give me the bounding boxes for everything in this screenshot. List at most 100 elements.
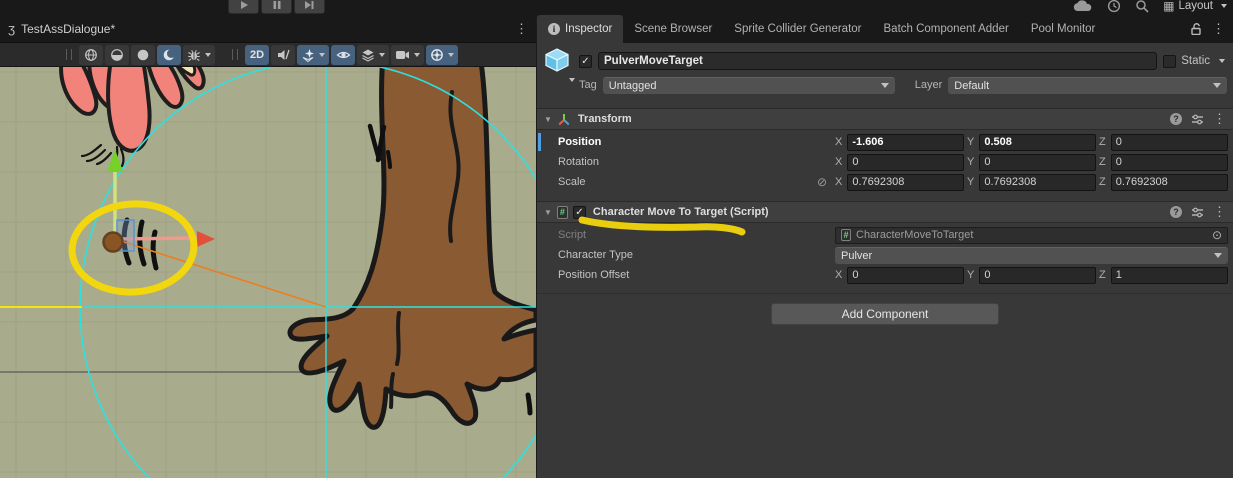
prefab-override-bar	[538, 133, 541, 151]
scene-viewport[interactable]	[0, 67, 536, 478]
draw-mode-shaded-button[interactable]	[131, 45, 155, 65]
tab-pool-monitor[interactable]: Pool Monitor	[1020, 15, 1107, 43]
effects-sparkle-icon	[301, 48, 315, 62]
script-row: Script # CharacterMoveToTarget ⊙	[537, 225, 1233, 245]
layer-dropdown[interactable]: Default	[948, 77, 1227, 94]
tag-dropdown[interactable]: Untagged	[603, 77, 895, 94]
play-button[interactable]	[228, 0, 259, 14]
scene-tab-bar: ʒ TestAssDialogue* ⋮	[0, 15, 536, 43]
position-x-field[interactable]: -1.606	[847, 134, 964, 151]
camera-button[interactable]	[391, 45, 424, 65]
draw-mode-wire-sphere-button[interactable]	[79, 45, 103, 65]
audio-mute-button[interactable]	[271, 45, 295, 65]
lock-open-icon[interactable]	[1191, 23, 1202, 35]
script-object-field[interactable]: # CharacterMoveToTarget ⊙	[835, 227, 1228, 244]
scale-x-field[interactable]: 0.7692308	[847, 174, 964, 191]
foldout-icon[interactable]: ▼	[544, 208, 552, 217]
static-checkbox[interactable]	[1163, 55, 1176, 68]
grid-icon: ▦	[1163, 0, 1174, 13]
position-offset-x-field[interactable]: 0	[847, 267, 964, 284]
presets-icon[interactable]	[1191, 207, 1204, 218]
scene-visibility-button[interactable]	[331, 45, 355, 65]
rotation-x-field[interactable]: 0	[847, 154, 964, 171]
component-enabled-checkbox[interactable]: ✓	[573, 206, 586, 219]
character-move-to-target-header[interactable]: ▼ # ✓ Character Move To Target (Script) …	[537, 201, 1233, 223]
help-icon[interactable]: ?	[1170, 113, 1182, 125]
inspector-divider	[537, 293, 1233, 294]
effects-button[interactable]	[297, 45, 329, 65]
layout-dropdown[interactable]: ▦ Layout	[1163, 0, 1227, 13]
tab-label: Inspector	[565, 23, 612, 35]
presets-icon[interactable]	[1191, 114, 1204, 125]
target-link-line	[121, 241, 326, 307]
scale-z-field[interactable]: 0.7692308	[1111, 174, 1228, 191]
camera-icon	[395, 48, 410, 61]
inspector-menu-kebab-icon[interactable]: ⋮	[1212, 21, 1225, 37]
history-icon[interactable]	[1107, 0, 1121, 13]
toolbar-drag-handle[interactable]	[66, 49, 72, 60]
gizmo-orbit-button[interactable]	[426, 45, 458, 65]
gameobject-header: ✓ PulverMoveTarget Static Tag Untagged L…	[537, 43, 1233, 96]
scene-tab-icon: ʒ	[8, 22, 15, 35]
info-icon: i	[548, 23, 560, 35]
debug-mode-button[interactable]	[183, 45, 215, 65]
tab-sprite-collider-generator[interactable]: Sprite Collider Generator	[723, 15, 872, 43]
move-gizmo-y-arrowhead[interactable]	[107, 149, 123, 172]
scene-lighting-button[interactable]	[157, 45, 181, 65]
scene-menu-kebab-icon[interactable]: ⋮	[515, 21, 528, 37]
search-icon[interactable]	[1135, 0, 1149, 13]
layers-button[interactable]	[357, 45, 389, 65]
component-menu-kebab-icon[interactable]: ⋮	[1213, 111, 1226, 127]
scale-y-field[interactable]: 0.7692308	[979, 174, 1096, 191]
foldout-icon[interactable]: ▼	[544, 115, 552, 124]
transform-title: Transform	[578, 113, 632, 125]
toolbar-drag-handle[interactable]	[232, 49, 238, 60]
scene-tab[interactable]: ʒ TestAssDialogue*	[8, 22, 115, 36]
position-label: Position	[558, 136, 601, 148]
transform-scale-row: Scale ⊘ X0.7692308 Y0.7692308 Z0.7692308	[537, 172, 1233, 192]
tab-inspector[interactable]: i Inspector	[537, 15, 623, 43]
unity-editor-window: ▦ Layout ʒ TestAssDialogue* ⋮	[0, 0, 1233, 478]
add-component-button[interactable]: Add Component	[771, 303, 999, 325]
script-label: Script	[558, 229, 586, 241]
static-dropdown-caret-icon[interactable]	[1219, 59, 1225, 63]
wire-sphere-icon	[84, 48, 98, 62]
layers-icon	[361, 48, 375, 62]
step-icon	[304, 0, 315, 10]
move-target-dot[interactable]	[104, 233, 123, 252]
inspector-panel: i Inspector Scene Browser Sprite Collide…	[536, 15, 1233, 478]
rotation-y-field[interactable]: 0	[979, 154, 1096, 171]
axis-x-label: X	[835, 156, 842, 168]
draw-mode-half-sphere-button[interactable]	[105, 45, 129, 65]
help-icon[interactable]: ?	[1170, 206, 1182, 218]
position-offset-z-field[interactable]: 1	[1111, 267, 1228, 284]
position-offset-y-field[interactable]: 0	[979, 267, 1096, 284]
gameobject-icon-wrap[interactable]	[543, 46, 573, 76]
2d-mode-button[interactable]: 2D	[245, 45, 269, 65]
position-y-field[interactable]: 0.508	[979, 134, 1096, 151]
tab-label: Sprite Collider Generator	[734, 23, 861, 35]
character-type-dropdown[interactable]: Pulver	[835, 247, 1228, 264]
tab-batch-component-adder[interactable]: Batch Component Adder	[873, 15, 1020, 43]
position-z-field[interactable]: 0	[1111, 134, 1228, 151]
tab-label: Pool Monitor	[1031, 23, 1096, 35]
script-component-icon: #	[557, 206, 568, 219]
axis-y-label: Y	[967, 136, 974, 148]
gameobject-name-field[interactable]: PulverMoveTarget	[598, 52, 1157, 70]
move-gizmo-x-arrowhead[interactable]	[197, 231, 215, 247]
step-button[interactable]	[294, 0, 325, 14]
chevron-down-icon	[1213, 83, 1221, 88]
scale-link-broken-icon[interactable]: ⊘	[817, 175, 827, 189]
object-picker-icon[interactable]: ⊙	[1212, 228, 1222, 242]
rotation-z-field[interactable]: 0	[1111, 154, 1228, 171]
axis-z-label: Z	[1099, 269, 1106, 281]
pause-button[interactable]	[261, 0, 292, 14]
gameobject-active-checkbox[interactable]: ✓	[579, 55, 592, 68]
cloud-icon[interactable]	[1073, 0, 1093, 13]
transform-header[interactable]: ▼ Transform ? ⋮	[537, 108, 1233, 130]
component-menu-kebab-icon[interactable]: ⋮	[1213, 204, 1226, 220]
tab-label: Scene Browser	[634, 23, 712, 35]
hash-glyph: #	[560, 207, 565, 217]
position-offset-row: Position Offset X0 Y0 Z1	[537, 265, 1233, 285]
tab-scene-browser[interactable]: Scene Browser	[623, 15, 723, 43]
